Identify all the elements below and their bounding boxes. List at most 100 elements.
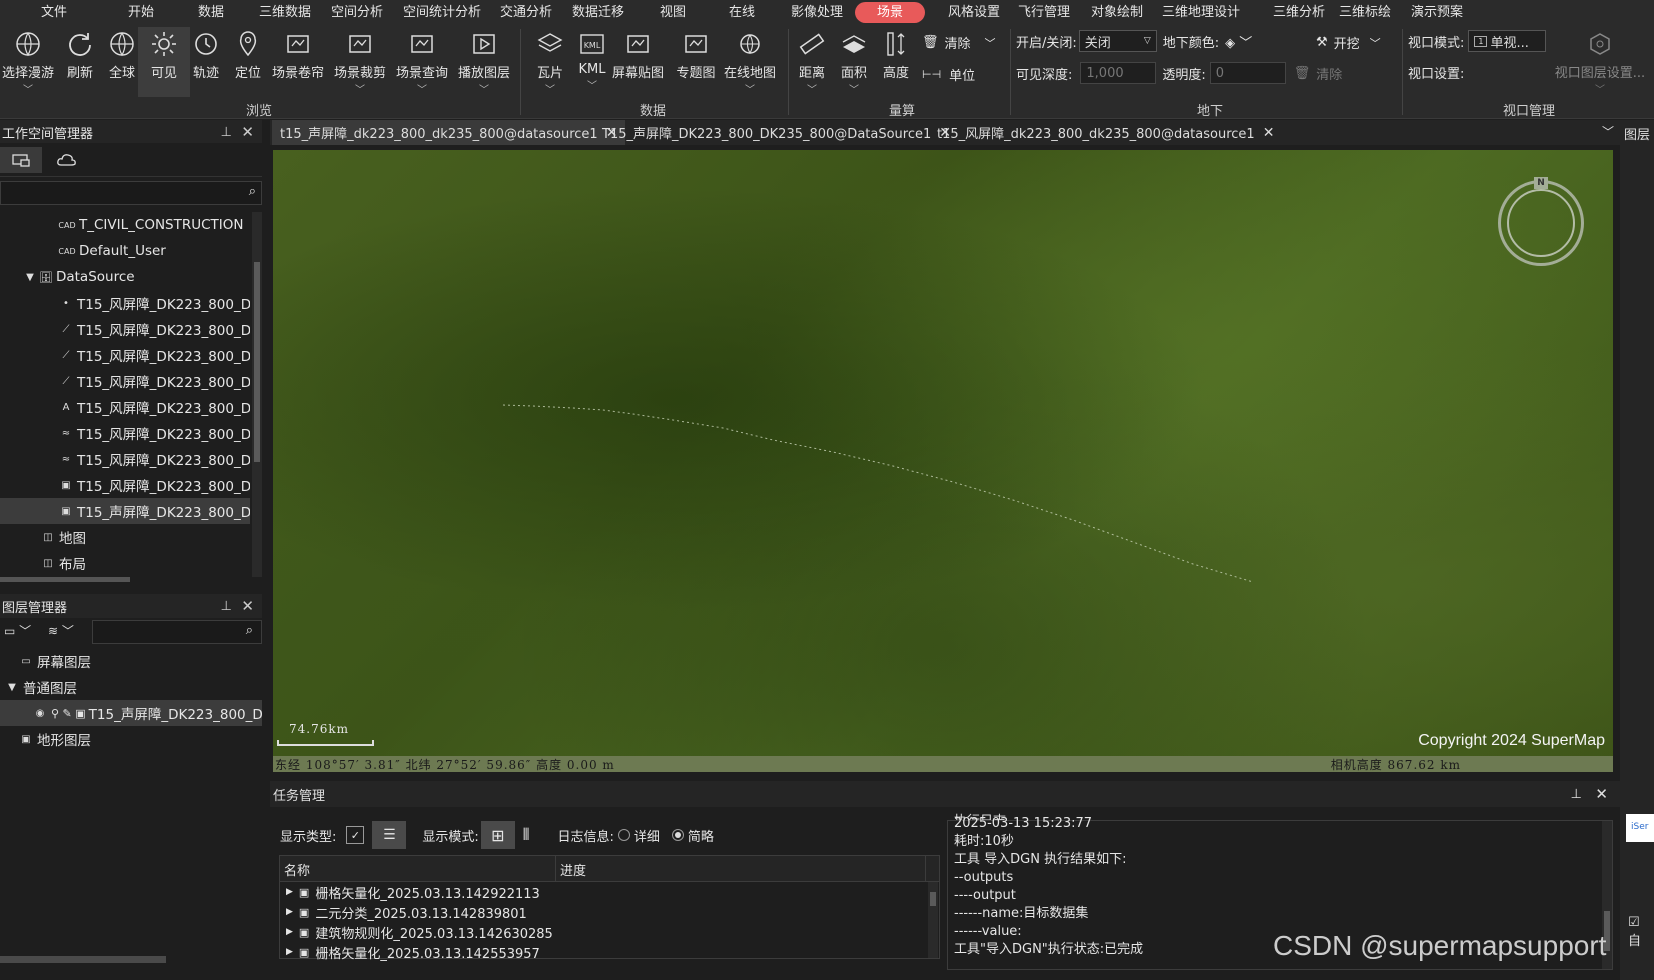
tab-list-chevron-icon[interactable]: ﹀	[1602, 123, 1614, 140]
task-row[interactable]: ▶ ▣ 二元分类_2025.03.13.142839801	[280, 902, 939, 922]
menu-item-0[interactable]: 文件	[30, 0, 78, 25]
search-icon[interactable]: ⌕	[246, 623, 253, 638]
menu-item-16[interactable]: 三维分析	[1262, 0, 1336, 25]
document-tab[interactable]: t15_风屏障_dk223_800_dk235_800@datasource1 ✕	[929, 120, 1282, 145]
column-view-icon[interactable]: ⫴	[523, 825, 530, 845]
expand-icon[interactable]: ▶	[286, 927, 293, 937]
menu-item-3[interactable]: 三维数据	[248, 0, 322, 25]
task-grid-scrollbar[interactable]	[928, 882, 938, 958]
search-icon[interactable]: ⌕	[249, 184, 256, 199]
measure-button-2[interactable]: 高度	[870, 27, 922, 97]
pin-icon[interactable]: ⊥	[221, 599, 232, 614]
workspace-scrollbar[interactable]	[252, 212, 262, 577]
workspace-search-input[interactable]: ⌕	[0, 181, 262, 205]
task-row[interactable]: ▶ ▣ 建筑物规则化_2025.03.13.142630285	[280, 922, 939, 942]
workspace-tree-item[interactable]: CAD Default_User	[0, 238, 250, 264]
layer-horizontal-scrollbar[interactable]	[0, 956, 166, 963]
document-tab[interactable]: t15_声屏障_dk223_800_dk235_800@datasource1 ✕	[272, 120, 626, 145]
expand-icon[interactable]: ▶	[286, 887, 293, 897]
depth-input[interactable]: 1,000	[1080, 62, 1157, 84]
menu-item-9[interactable]: 在线	[718, 0, 766, 25]
close-icon[interactable]: ✕	[1595, 785, 1608, 803]
grid-view-icon[interactable]: ⊞	[480, 821, 515, 849]
menu-item-15[interactable]: 三维地理设计	[1151, 0, 1251, 25]
browse-button-9[interactable]: 播放图层 ﹀	[458, 27, 510, 97]
workspace-tree-item[interactable]: ▼ 🗄 DataSource	[0, 264, 250, 290]
browse-button-0[interactable]: 选择漫游 ﹀	[2, 27, 54, 97]
workspace-tree-item[interactable]: A T15_风屏障_DK223_800_DK2	[0, 394, 250, 420]
data-button-1[interactable]: KML KML ﹀	[566, 27, 618, 97]
workspace-tree-item[interactable]: ▣ T15_声屏障_DK223_800_DK2	[0, 498, 250, 524]
iserver-mini-label[interactable]: iSer	[1626, 814, 1654, 842]
menu-item-17[interactable]: 三维标绘	[1328, 0, 1402, 25]
measure-clear-button[interactable]: 🗑 清除 ﹀	[922, 33, 996, 52]
close-tab-icon[interactable]: ✕	[1263, 125, 1275, 141]
pin-icon[interactable]: ⊥	[1571, 787, 1582, 802]
viewport-layer-settings-button[interactable]: 视口图层设置... ﹀	[1552, 27, 1648, 97]
auto-checkbox[interactable]: ☑ 自	[1628, 915, 1654, 949]
menu-item-13[interactable]: 飞行管理	[1007, 0, 1081, 25]
workspace-tree-item[interactable]: • T15_风屏障_DK223_800_DK2	[0, 290, 250, 316]
close-icon[interactable]: ✕	[241, 597, 254, 615]
browse-button-7[interactable]: 场景裁剪 ﹀	[334, 27, 386, 97]
menu-item-14[interactable]: 对象绘制	[1080, 0, 1154, 25]
scene-map-view[interactable]: N 74.76km Copyright 2024 SuperMap	[273, 150, 1613, 772]
menu-item-18[interactable]: 演示预案	[1400, 0, 1474, 25]
color-picker-icon[interactable]: ◈ ﹀	[1225, 32, 1252, 51]
layer-tree-item[interactable]: ▼ 普通图层	[0, 674, 262, 700]
menu-item-5[interactable]: 空间统计分析	[392, 0, 492, 25]
workspace-tree-item[interactable]: ◫ 地图	[0, 524, 250, 550]
task-row[interactable]: ▶ ▣ 栅格矢量化_2025.03.13.142922113	[280, 882, 939, 902]
workspace-tree-item[interactable]: CAD T_CIVIL_CONSTRUCTION	[0, 212, 250, 238]
workspace-tree-item[interactable]: ≈ T15_风屏障_DK223_800_DK2	[0, 420, 250, 446]
menu-item-6[interactable]: 交通分析	[489, 0, 563, 25]
tab-workspace-tree[interactable]	[0, 147, 42, 173]
column-header-progress[interactable]: 进度	[556, 856, 926, 881]
menu-item-10[interactable]: 影像处理	[780, 0, 854, 25]
close-icon[interactable]: ✕	[241, 123, 254, 141]
underground-toggle-select[interactable]: 关闭 ▽	[1078, 30, 1157, 52]
log-detail-radio[interactable]	[617, 829, 630, 841]
browse-button-8[interactable]: 场景查询 ﹀	[396, 27, 448, 97]
column-header-name[interactable]: 名称	[280, 856, 556, 881]
layer-tree-item[interactable]: ▣ 地形图层	[0, 726, 262, 752]
log-brief-radio[interactable]	[671, 829, 684, 841]
data-button-4[interactable]: 在线地图 ﹀	[724, 27, 776, 97]
browse-button-6[interactable]: 场景卷帘	[272, 27, 324, 97]
menu-item-1[interactable]: 开始	[117, 0, 165, 25]
layer-style-button[interactable]: ≋ ﹀	[48, 622, 74, 639]
viewport-mode-select[interactable]: 1 单视...	[1468, 30, 1547, 52]
workspace-tree-item[interactable]: ⟋ T15_风屏障_DK223_800_DK2	[0, 316, 251, 342]
scrollbar-thumb[interactable]	[930, 892, 936, 906]
menu-item-4[interactable]: 空间分析	[320, 0, 394, 25]
list-edit-icon[interactable]: ☰	[372, 821, 407, 849]
data-button-3[interactable]: 专题图	[670, 27, 722, 97]
workspace-tree-item[interactable]: ◫ 布局	[0, 550, 250, 576]
horizontal-scrollbar-thumb[interactable]	[0, 577, 130, 582]
data-button-2[interactable]: 屏幕贴图	[612, 27, 664, 97]
tab-cloud[interactable]	[46, 147, 88, 173]
calendar-check-icon[interactable]: ✓	[346, 826, 365, 844]
pin-icon[interactable]: ⊥	[221, 125, 232, 140]
expand-icon[interactable]: ▶	[286, 907, 293, 917]
measure-unit-button[interactable]: ⊢⊣ 单位	[922, 65, 975, 84]
menu-item-8[interactable]: 视图	[649, 0, 697, 25]
workspace-tree-item[interactable]: ⟋ T15_风屏障_DK223_800_DK2	[0, 368, 251, 394]
expand-icon[interactable]: ▶	[286, 947, 293, 957]
menu-item-12[interactable]: 风格设置	[937, 0, 1011, 25]
visibility-eye-icon[interactable]: ◉	[32, 708, 48, 719]
layer-dock-tab[interactable]: 图层	[1624, 124, 1650, 143]
opacity-input[interactable]: 0	[1209, 62, 1286, 84]
workspace-tree-item[interactable]: ≈ T15_风屏障_DK223_800_DK2	[0, 446, 250, 472]
layer-tree-item[interactable]: ◉ ⚲ ✎ ▣ T15_声屏障_DK223_800_D	[0, 700, 262, 726]
workspace-tree-item[interactable]: ▣ T15_风屏障_DK223_800_DK2	[0, 472, 250, 498]
menu-item-11[interactable]: 场景	[855, 2, 926, 23]
dig-button[interactable]: ⚒ 开挖 ﹀	[1316, 33, 1381, 52]
menu-item-2[interactable]: 数据	[187, 0, 235, 25]
browse-button-5[interactable]: 定位	[222, 27, 274, 97]
task-row[interactable]: ▶ ▣ 栅格矢量化_2025.03.13.142553957	[280, 942, 939, 962]
workspace-tree-item[interactable]: ⟋ T15_风屏障_DK223_800_DK2	[0, 342, 251, 368]
underground-clear-button[interactable]: 清除	[1316, 64, 1342, 83]
layer-state-icons[interactable]: ⚲ ✎ ▣	[51, 707, 86, 720]
add-layer-button[interactable]: ▭ ﹀	[4, 622, 31, 639]
